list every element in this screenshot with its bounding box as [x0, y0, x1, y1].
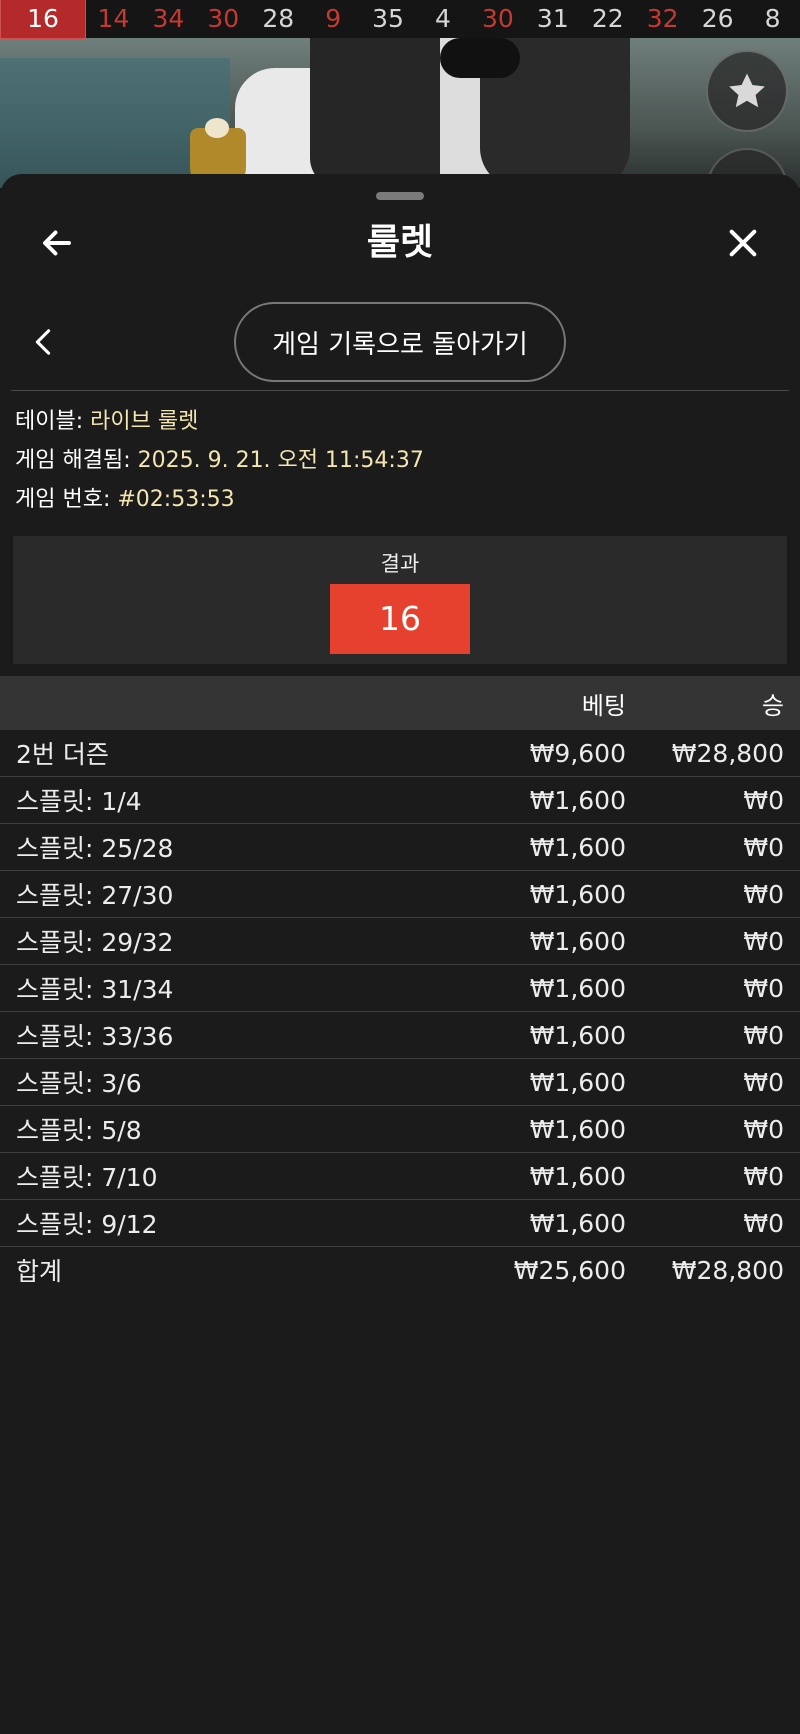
result-number: 32 — [646, 4, 679, 33]
bet-name: 스플릿: 33/36 — [16, 1022, 174, 1051]
total-row: 합계 ₩25,600 ₩28,800 — [0, 1247, 800, 1293]
divider — [11, 390, 789, 391]
results-history-strip: 16 14 34 30 28 9 35 4 30 31 22 32 26 8 — [0, 0, 800, 39]
result-number: 22 — [591, 4, 624, 33]
back-to-history-button[interactable]: 게임 기록으로 돌아가기 — [234, 302, 566, 382]
table-row: 스플릿: 7/10 ₩1,600 ₩0 — [0, 1153, 800, 1200]
table-row: 스플릿: 29/32 ₩1,600 ₩0 — [0, 918, 800, 965]
win-amount: ₩0 — [743, 1067, 784, 1097]
table-row: 스플릿: 33/36 ₩1,600 ₩0 — [0, 1012, 800, 1059]
star-icon — [729, 73, 765, 108]
result-number: 4 — [435, 4, 451, 33]
game-info: 테이블: 라이브 룰렛 게임 해결됨: 2025. 9. 21. 오전 11:5… — [15, 402, 424, 519]
total-win: ₩28,800 — [671, 1255, 784, 1285]
total-label: 합계 — [16, 1257, 63, 1286]
current-result-number: 16 — [0, 0, 86, 39]
total-bet: ₩25,600 — [513, 1255, 626, 1285]
win-amount: ₩0 — [743, 926, 784, 956]
result-number: 30 — [482, 4, 514, 33]
game-number-label: 게임 번호: — [15, 487, 118, 512]
bet-amount: ₩1,600 — [529, 973, 626, 1003]
result-number: 8 — [764, 4, 781, 33]
result-number: 14 — [97, 4, 130, 33]
result-number: 34 — [152, 4, 185, 33]
close-icon — [729, 229, 757, 257]
close-button[interactable] — [720, 220, 766, 266]
bet-name: 스플릿: 1/4 — [16, 787, 142, 816]
page-title: 룰렛 — [366, 222, 434, 263]
result-number: 30 — [207, 4, 240, 33]
game-number-value: #02:53:53 — [117, 487, 235, 512]
previous-game-button[interactable] — [28, 320, 58, 364]
result-number: 28 — [262, 4, 295, 33]
win-amount: ₩0 — [743, 832, 784, 862]
bet-name: 2번 더즌 — [16, 740, 109, 769]
table-row: 2번 더즌 ₩9,600 ₩28,800 — [0, 730, 800, 777]
table-info-line: 테이블: 라이브 룰렛 — [15, 402, 424, 441]
bet-amount: ₩1,600 — [529, 879, 626, 909]
table-label: 테이블: — [15, 409, 91, 434]
bet-amount: ₩1,600 — [529, 1208, 626, 1238]
table-row: 스플릿: 9/12 ₩1,600 ₩0 — [0, 1200, 800, 1247]
table-header: 베팅 승 — [0, 676, 800, 730]
bet-amount: ₩1,600 — [529, 1114, 626, 1144]
bet-amount: ₩1,600 — [529, 926, 626, 956]
header-bet: 베팅 — [581, 691, 626, 720]
bet-name: 스플릿: 31/34 — [16, 975, 174, 1004]
result-label: 결과 — [380, 552, 420, 576]
game-number-info-line: 게임 번호: #02:53:53 — [15, 480, 424, 519]
bet-amount: ₩1,600 — [529, 832, 626, 862]
win-amount: ₩28,800 — [671, 738, 784, 768]
bet-amount: ₩9,600 — [529, 738, 626, 768]
bet-name: 스플릿: 27/30 — [16, 881, 174, 910]
win-amount: ₩0 — [743, 879, 784, 909]
bet-amount: ₩1,600 — [529, 1067, 626, 1097]
win-amount: ₩0 — [743, 1208, 784, 1238]
sheet-drag-handle[interactable] — [376, 192, 424, 200]
result-number: 31 — [536, 4, 569, 33]
resolved-label: 게임 해결됨: — [15, 448, 138, 473]
resolved-value: 2025. 9. 21. 오전 11:54:37 — [137, 448, 424, 473]
live-video-feed — [0, 38, 800, 188]
result-number-badge: 16 — [330, 584, 470, 654]
header-win: 승 — [761, 691, 784, 720]
table-row: 스플릿: 31/34 ₩1,600 ₩0 — [0, 965, 800, 1012]
win-amount: ₩0 — [743, 1161, 784, 1191]
bet-name: 스플릿: 29/32 — [16, 928, 174, 957]
table-row: 스플릿: 25/28 ₩1,600 ₩0 — [0, 824, 800, 871]
result-number: 26 — [701, 4, 734, 33]
bet-amount: ₩1,600 — [529, 785, 626, 815]
table-row: 스플릿: 27/30 ₩1,600 ₩0 — [0, 871, 800, 918]
bet-amount: ₩1,600 — [529, 1020, 626, 1050]
result-panel: 결과 16 — [13, 536, 787, 664]
table-row: 스플릿: 1/4 ₩1,600 ₩0 — [0, 777, 800, 824]
bet-name: 스플릿: 5/8 — [16, 1116, 142, 1145]
bet-name: 스플릿: 9/12 — [16, 1210, 158, 1239]
game-detail-sheet: 룰렛 게임 기록으로 돌아가기 테이블: 라이브 룰렛 게임 해결됨: 2025… — [0, 174, 800, 1734]
bet-name: 스플릿: 3/6 — [16, 1069, 142, 1098]
resolved-info-line: 게임 해결됨: 2025. 9. 21. 오전 11:54:37 — [15, 441, 424, 480]
favorite-button[interactable] — [706, 50, 788, 132]
win-amount: ₩0 — [743, 785, 784, 815]
table-row: 스플릿: 5/8 ₩1,600 ₩0 — [0, 1106, 800, 1153]
table-row: 스플릿: 3/6 ₩1,600 ₩0 — [0, 1059, 800, 1106]
chevron-left-icon — [35, 329, 51, 355]
bets-table: 베팅 승 2번 더즌 ₩9,600 ₩28,800 스플릿: 1/4 ₩1,60… — [0, 676, 800, 1293]
bet-name: 스플릿: 7/10 — [16, 1163, 158, 1192]
win-amount: ₩0 — [743, 1020, 784, 1050]
win-amount: ₩0 — [743, 973, 784, 1003]
bet-name: 스플릿: 25/28 — [16, 834, 174, 863]
result-number: 35 — [372, 4, 404, 33]
bet-amount: ₩1,600 — [529, 1161, 626, 1191]
win-amount: ₩0 — [743, 1114, 784, 1144]
result-number: 9 — [325, 4, 342, 33]
table-value: 라이브 룰렛 — [90, 409, 199, 434]
